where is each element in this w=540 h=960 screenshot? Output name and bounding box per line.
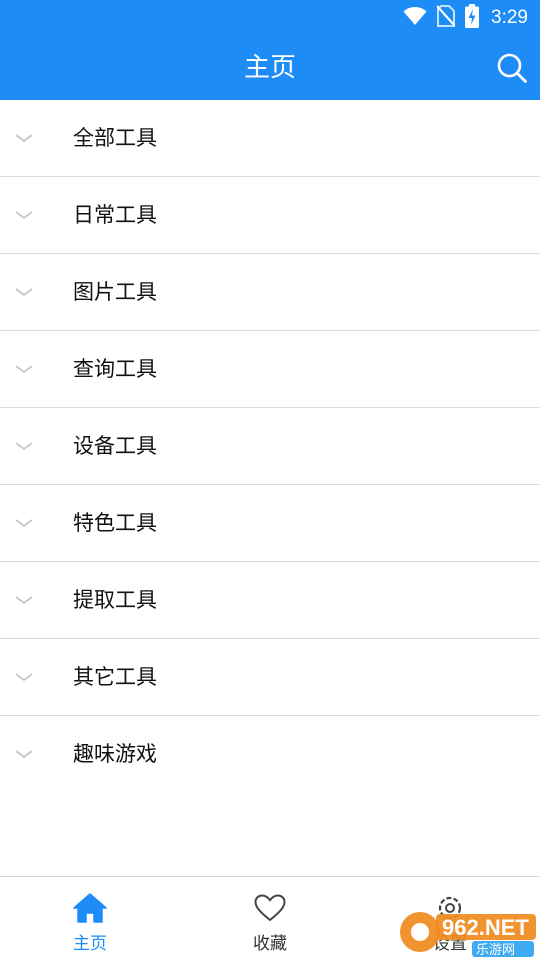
category-item-extract[interactable]: 提取工具 xyxy=(0,562,540,639)
heart-icon xyxy=(253,891,287,925)
category-label: 提取工具 xyxy=(73,588,157,612)
category-label: 图片工具 xyxy=(73,280,157,304)
chevron-down-icon xyxy=(15,134,33,143)
chevron-down-icon xyxy=(15,211,33,220)
watermark-sub: 乐游网 xyxy=(476,943,515,958)
category-item-other[interactable]: 其它工具 xyxy=(0,639,540,716)
status-time: 3:29 xyxy=(491,7,528,28)
chevron-down-icon xyxy=(15,596,33,605)
battery-charging-icon xyxy=(465,4,480,32)
chevron-down-icon xyxy=(15,288,33,297)
category-item-featured[interactable]: 特色工具 xyxy=(0,485,540,562)
status-bar: 3:29 xyxy=(0,0,540,36)
category-item-daily[interactable]: 日常工具 xyxy=(0,177,540,254)
search-icon xyxy=(497,53,527,83)
chevron-down-icon xyxy=(15,442,33,451)
category-item-device[interactable]: 设备工具 xyxy=(0,408,540,485)
chevron-down-icon xyxy=(15,365,33,374)
chevron-down-icon xyxy=(15,519,33,528)
category-label: 趣味游戏 xyxy=(73,742,157,766)
category-item-all[interactable]: 全部工具 xyxy=(0,100,540,177)
category-label: 日常工具 xyxy=(73,203,157,227)
nav-favorites-label: 收藏 xyxy=(253,934,287,954)
site-watermark: 962.NET 乐游网 xyxy=(396,906,538,958)
category-label: 设备工具 xyxy=(73,434,157,458)
page-title: 主页 xyxy=(243,53,296,83)
category-label: 查询工具 xyxy=(73,357,157,381)
category-item-games[interactable]: 趣味游戏 xyxy=(0,716,540,793)
category-label: 其它工具 xyxy=(73,665,157,689)
watermark-brand: 962.NET xyxy=(442,915,529,940)
category-list: 全部工具 日常工具 图片工具 查询工具 设备工具 特色工具 提取工具 其它工具 … xyxy=(0,100,540,793)
chevron-down-icon xyxy=(15,673,33,682)
nav-home-label: 主页 xyxy=(73,934,107,954)
wifi-icon xyxy=(403,6,427,30)
category-item-image[interactable]: 图片工具 xyxy=(0,254,540,331)
home-icon xyxy=(73,891,107,925)
status-icons: 3:29 xyxy=(403,0,528,36)
category-label: 全部工具 xyxy=(73,126,157,150)
chevron-down-icon xyxy=(15,750,33,759)
no-sim-icon xyxy=(436,5,456,31)
app-bar: 主页 xyxy=(0,36,540,100)
category-item-query[interactable]: 查询工具 xyxy=(0,331,540,408)
search-button[interactable] xyxy=(494,50,530,86)
nav-home[interactable]: 主页 xyxy=(0,877,180,960)
nav-favorites[interactable]: 收藏 xyxy=(180,877,360,960)
category-label: 特色工具 xyxy=(73,511,157,535)
